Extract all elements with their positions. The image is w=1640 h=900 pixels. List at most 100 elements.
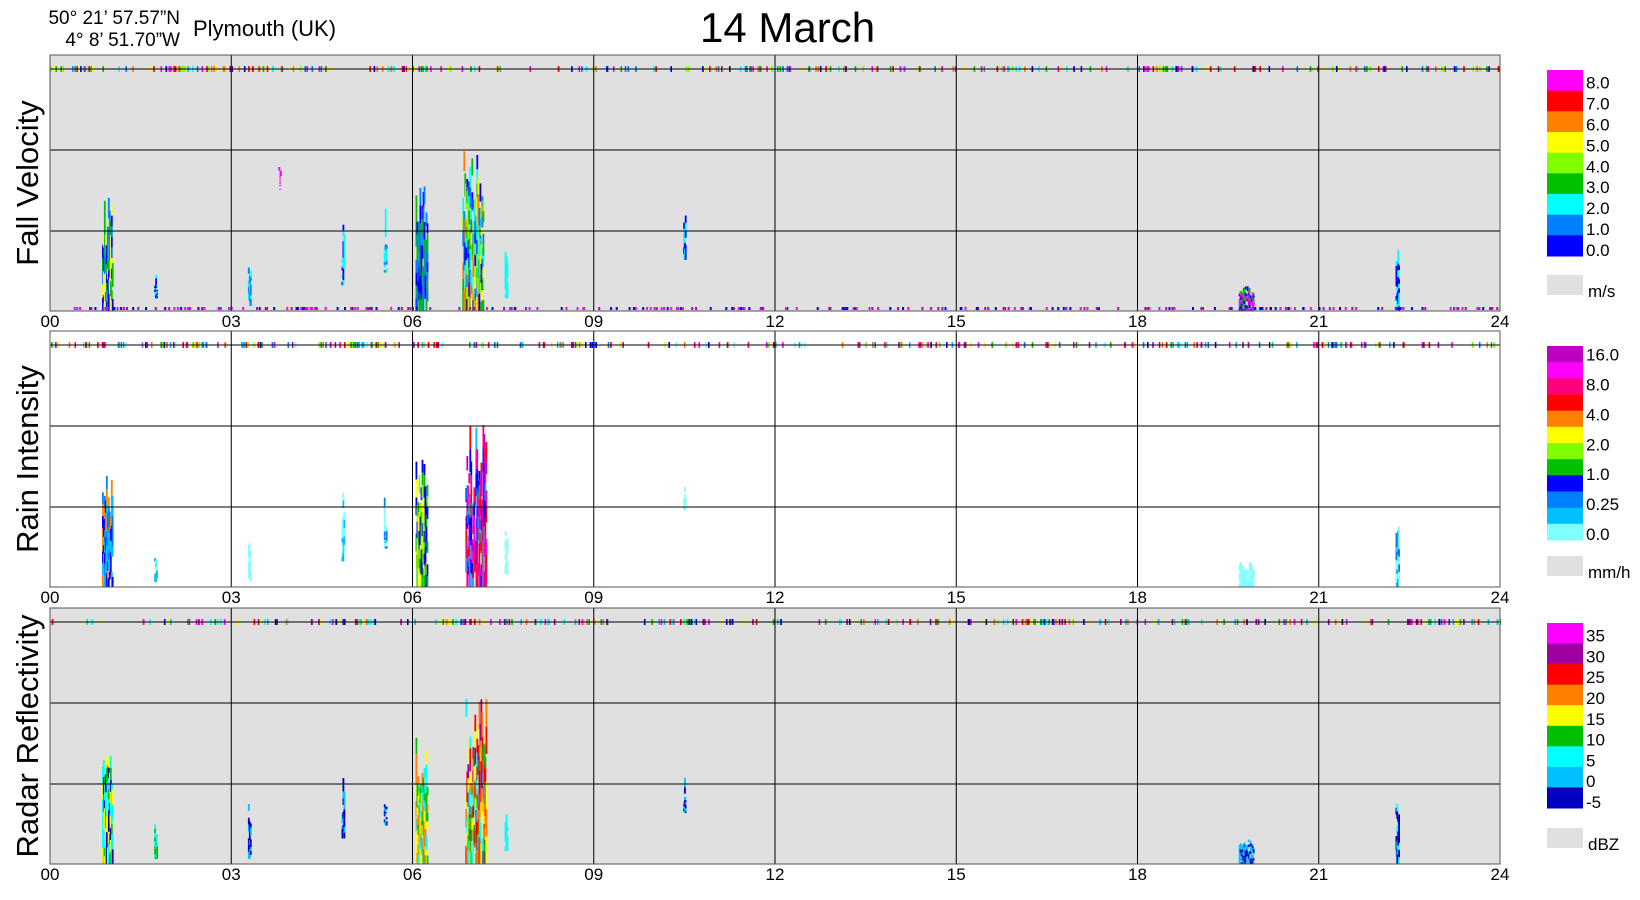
bottom-band-mark: [907, 307, 910, 310]
x-tick-label: 12: [766, 588, 785, 607]
event-mark: [109, 803, 112, 816]
colorbar-tick-label: 35: [1586, 627, 1605, 646]
event-mark: [155, 281, 157, 285]
event-mark: [385, 268, 388, 273]
event-mark: [1397, 249, 1400, 257]
bottom-band-mark: [1402, 307, 1405, 310]
bottom-band-mark: [743, 307, 746, 310]
bottom-band-mark: [458, 307, 461, 310]
event-mark: [341, 835, 344, 839]
bottom-band-mark: [290, 307, 293, 310]
event-mark: [111, 263, 114, 276]
event-mark: [343, 544, 346, 554]
bottom-band-mark: [660, 307, 663, 310]
bottom-band-mark: [1007, 307, 1010, 310]
event-mark: [249, 843, 252, 848]
bottom-band-mark: [491, 307, 494, 310]
colorbar-tick-label: 20: [1586, 689, 1605, 708]
event-mark: [480, 462, 483, 474]
event-mark: [684, 811, 687, 813]
colorbar-tick-label: 15: [1586, 710, 1605, 729]
bottom-band-mark: [975, 307, 978, 310]
event-mark: [1247, 839, 1250, 843]
event-mark: [1238, 577, 1241, 581]
event-mark: [383, 523, 386, 532]
bottom-band-mark: [1457, 307, 1460, 310]
bottom-band-mark: [113, 307, 116, 310]
bottom-band-mark: [634, 307, 637, 310]
event-mark: [504, 252, 507, 257]
event-mark: [343, 242, 346, 252]
bottom-band-mark: [503, 307, 505, 310]
event-mark: [482, 266, 485, 278]
event-mark: [249, 551, 252, 557]
event-mark: [505, 558, 508, 561]
bottom-band-mark: [297, 307, 299, 310]
event-mark: [385, 531, 388, 534]
event-mark: [342, 784, 345, 792]
event-mark: [1239, 562, 1242, 565]
event-mark: [1398, 297, 1400, 302]
event-mark: [684, 800, 687, 802]
event-mark: [1248, 856, 1251, 860]
bottom-band-mark: [649, 307, 652, 310]
event-mark: [1244, 577, 1247, 580]
bottom-band-mark: [1399, 307, 1402, 310]
event-mark: [1241, 565, 1244, 569]
bottom-band-mark: [829, 307, 832, 310]
event-mark: [506, 844, 509, 847]
event-mark: [506, 829, 509, 832]
bottom-band-mark: [353, 307, 356, 310]
bottom-band-mark: [407, 307, 410, 310]
event-mark: [506, 538, 509, 542]
event-mark: [504, 531, 507, 536]
event-mark: [422, 296, 425, 311]
event-mark: [482, 211, 485, 223]
event-mark: [468, 210, 471, 225]
event-mark: [156, 291, 158, 294]
bottom-band-mark: [1354, 307, 1357, 310]
event-mark: [426, 291, 429, 302]
event-mark: [485, 538, 488, 555]
event-mark: [470, 517, 473, 532]
bottom-band-mark: [1269, 307, 1272, 310]
event-mark: [385, 821, 388, 824]
bottom-band-mark: [76, 307, 79, 310]
event-mark: [426, 496, 429, 508]
event-mark: [481, 712, 484, 738]
bottom-band-mark: [344, 307, 346, 310]
event-mark: [426, 575, 429, 587]
event-mark: [156, 834, 158, 839]
bottom-band-mark: [902, 307, 905, 310]
event-mark: [109, 767, 112, 780]
event-mark: [423, 767, 426, 779]
colorbar-swatch: [1547, 725, 1583, 747]
bottom-band-mark: [984, 307, 987, 310]
event-mark: [249, 288, 252, 292]
colorbar-unit-label: m/s: [1588, 282, 1615, 301]
bottom-band-mark: [203, 307, 206, 310]
bottom-band-mark: [1086, 307, 1089, 310]
bottom-band-mark: [79, 307, 81, 310]
event-mark: [1248, 291, 1251, 295]
event-mark: [479, 183, 482, 202]
event-mark: [485, 554, 488, 571]
event-mark: [426, 812, 429, 822]
event-mark: [426, 821, 429, 830]
event-mark: [463, 151, 466, 172]
event-mark: [476, 724, 479, 739]
event-mark: [1252, 299, 1255, 303]
event-mark: [385, 256, 388, 261]
event-mark: [684, 806, 687, 809]
colorbar-missing-swatch: [1547, 275, 1583, 295]
bottom-band-mark: [1083, 307, 1086, 310]
event-mark: [475, 427, 478, 451]
bottom-band-mark: [1097, 307, 1100, 310]
event-mark: [156, 842, 158, 847]
bottom-band-mark: [653, 307, 656, 310]
event-mark: [249, 847, 252, 851]
bottom-band-mark: [1491, 307, 1493, 310]
bottom-band-mark: [852, 307, 855, 310]
colorbar-tick-label: 3.0: [1586, 178, 1610, 197]
event-mark: [684, 502, 687, 504]
